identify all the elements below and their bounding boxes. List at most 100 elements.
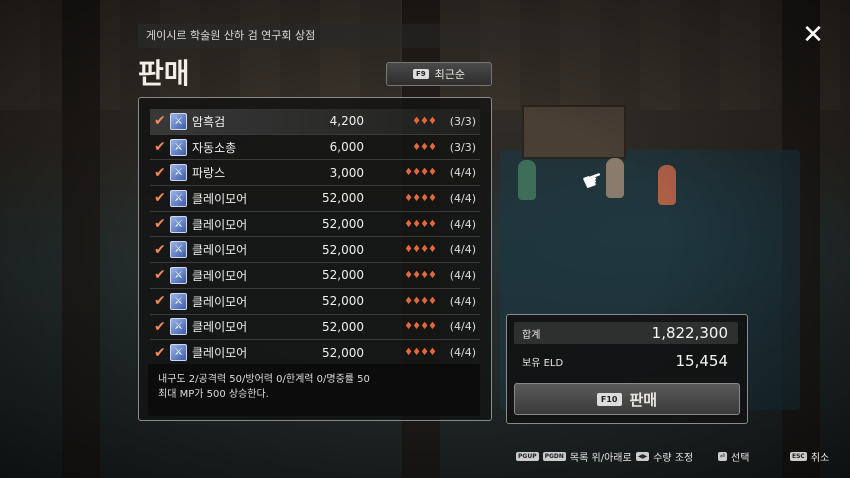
item-row[interactable]: ✔ ⚔ 클레이모어 52,000 ♦♦♦♦ (4/4): [150, 186, 480, 212]
shop-breadcrumb: 게이시르 학술원 산하 검 연구회 상점: [138, 24, 638, 48]
check-icon[interactable]: ✔: [154, 320, 168, 334]
item-grade-icon: ♦♦♦♦: [404, 347, 437, 359]
item-grade-icon: ♦♦♦♦: [404, 192, 437, 204]
item-count: (4/4): [449, 166, 476, 180]
sell-button[interactable]: F10 판매: [514, 383, 740, 415]
esc-key-icon: ESC: [790, 452, 807, 461]
check-icon[interactable]: ✔: [154, 191, 168, 205]
total-row: 합계 1,822,300: [514, 322, 738, 344]
item-grade-icon: ♦♦♦♦: [404, 321, 437, 333]
sword-icon: ⚔: [170, 164, 187, 182]
enter-key-icon: ⏎: [718, 452, 728, 461]
arrow-keys-icon: ◀▶: [636, 452, 650, 461]
page-title: 판매: [138, 57, 190, 90]
item-row[interactable]: ✔ ⚔ 클레이모어 52,000 ♦♦♦♦ (4/4): [150, 315, 480, 341]
item-count: (4/4): [449, 268, 476, 282]
hint-list-scroll: PGUP PGDN 목록 위/아래로: [516, 449, 632, 464]
item-count: (4/4): [449, 191, 476, 205]
item-count: (3/3): [449, 114, 476, 128]
item-list: ✔ ⚔ 암흑검 4,200 ♦♦♦ (3/3) ✔ ⚔ 자동소총 6,000 ♦♦♦ (3/3) ✔ ⚔ 파…: [150, 109, 480, 366]
item-count: (4/4): [449, 346, 476, 360]
check-icon[interactable]: ✔: [154, 114, 168, 128]
item-row[interactable]: ✔ ⚔ 암흑검 4,200 ♦♦♦ (3/3): [150, 109, 480, 135]
pgup-key-icon: PGUP: [516, 452, 539, 461]
item-price: 52,000: [322, 345, 364, 360]
sword-icon: ⚔: [170, 266, 187, 284]
sword-icon: ⚔: [170, 189, 187, 207]
hint-label: 수량 조정: [653, 453, 694, 464]
hint-label: 목록 위/아래로: [569, 453, 632, 464]
sort-key-badge: F9: [412, 69, 429, 79]
item-row[interactable]: ✔ ⚔ 클레이모어 52,000 ♦♦♦♦ (4/4): [150, 289, 480, 315]
check-icon[interactable]: ✔: [154, 140, 168, 154]
sword-icon: ⚔: [170, 292, 187, 310]
sort-label: 최근순: [434, 68, 466, 81]
item-name: 클레이모어: [192, 346, 248, 361]
item-name: 파랑스: [192, 166, 226, 181]
sort-button[interactable]: F9 최근순: [386, 62, 492, 86]
item-name: 클레이모어: [192, 243, 248, 258]
description-line: 최대 MP가 500 상승한다.: [158, 389, 269, 400]
item-count: (4/4): [449, 294, 476, 308]
item-row[interactable]: ✔ ⚔ 자동소총 6,000 ♦♦♦ (3/3): [150, 135, 480, 161]
close-icon[interactable]: ✕: [800, 22, 826, 48]
total-label: 합계: [522, 329, 541, 341]
item-count: (4/4): [449, 217, 476, 231]
item-description: 내구도 2/공격력 50/방어력 0/한계력 0/명중률 50 최대 MP가 5…: [148, 364, 480, 416]
check-icon[interactable]: ✔: [154, 217, 168, 231]
item-price: 6,000: [329, 140, 364, 155]
item-name: 암흑검: [192, 114, 226, 129]
hint-label: 선택: [731, 453, 750, 464]
item-grade-icon: ♦♦♦♦: [404, 167, 437, 179]
item-price: 52,000: [322, 294, 364, 309]
item-count: (4/4): [449, 320, 476, 334]
sell-label: 판매: [629, 390, 658, 409]
hint-quantity: ◀▶ 수량 조정: [636, 449, 693, 464]
item-price: 52,000: [322, 268, 364, 283]
eld-label: 보유 ELD: [522, 357, 564, 369]
hint-cancel: ESC 취소: [790, 449, 829, 464]
item-grade-icon: ♦♦♦: [412, 141, 437, 153]
item-grade-icon: ♦♦♦♦: [404, 295, 437, 307]
item-name: 클레이모어: [192, 320, 248, 335]
item-row[interactable]: ✔ ⚔ 클레이모어 52,000 ♦♦♦♦ (4/4): [150, 340, 480, 366]
eld-row: 보유 ELD 15,454: [514, 350, 738, 372]
hint-label: 취소: [810, 453, 830, 464]
item-name: 자동소총: [192, 140, 237, 155]
sword-icon: ⚔: [170, 215, 187, 233]
check-icon[interactable]: ✔: [154, 243, 168, 257]
sword-icon: ⚔: [170, 138, 187, 156]
item-grade-icon: ♦♦♦♦: [404, 269, 437, 281]
sword-icon: ⚔: [170, 318, 187, 336]
item-price: 52,000: [322, 191, 364, 206]
eld-value: 15,454: [675, 352, 729, 370]
check-icon[interactable]: ✔: [154, 166, 168, 180]
item-price: 52,000: [322, 319, 364, 334]
sword-icon: ⚔: [170, 344, 187, 362]
item-count: (4/4): [449, 243, 476, 257]
item-count: (3/3): [449, 140, 476, 154]
check-icon[interactable]: ✔: [154, 294, 168, 308]
item-name: 클레이모어: [192, 217, 248, 232]
item-row[interactable]: ✔ ⚔ 클레이모어 52,000 ♦♦♦♦ (4/4): [150, 237, 480, 264]
item-row[interactable]: ✔ ⚔ 클레이모어 52,000 ♦♦♦♦ (4/4): [150, 263, 480, 289]
item-grade-icon: ♦♦♦♦: [404, 218, 437, 230]
item-grade-icon: ♦♦♦♦: [404, 244, 437, 256]
check-icon[interactable]: ✔: [154, 346, 168, 360]
item-row[interactable]: ✔ ⚔ 파랑스 3,000 ♦♦♦♦ (4/4): [150, 160, 480, 187]
hint-select: ⏎ 선택: [718, 449, 749, 464]
sword-icon: ⚔: [170, 112, 187, 130]
description-line: 내구도 2/공격력 50/방어력 0/한계력 0/명중률 50: [158, 374, 370, 385]
item-price: 52,000: [322, 242, 364, 257]
pgdn-key-icon: PGDN: [542, 452, 566, 461]
item-price: 3,000: [329, 165, 364, 180]
item-grade-icon: ♦♦♦: [412, 115, 437, 127]
item-name: 클레이모어: [192, 268, 248, 283]
item-price: 52,000: [322, 217, 364, 232]
check-icon[interactable]: ✔: [154, 268, 168, 282]
sell-key-badge: F10: [596, 392, 622, 406]
item-name: 클레이모어: [192, 294, 248, 309]
sword-icon: ⚔: [170, 241, 187, 259]
item-name: 클레이모어: [192, 191, 248, 206]
item-row[interactable]: ✔ ⚔ 클레이모어 52,000 ♦♦♦♦ (4/4): [150, 212, 480, 238]
